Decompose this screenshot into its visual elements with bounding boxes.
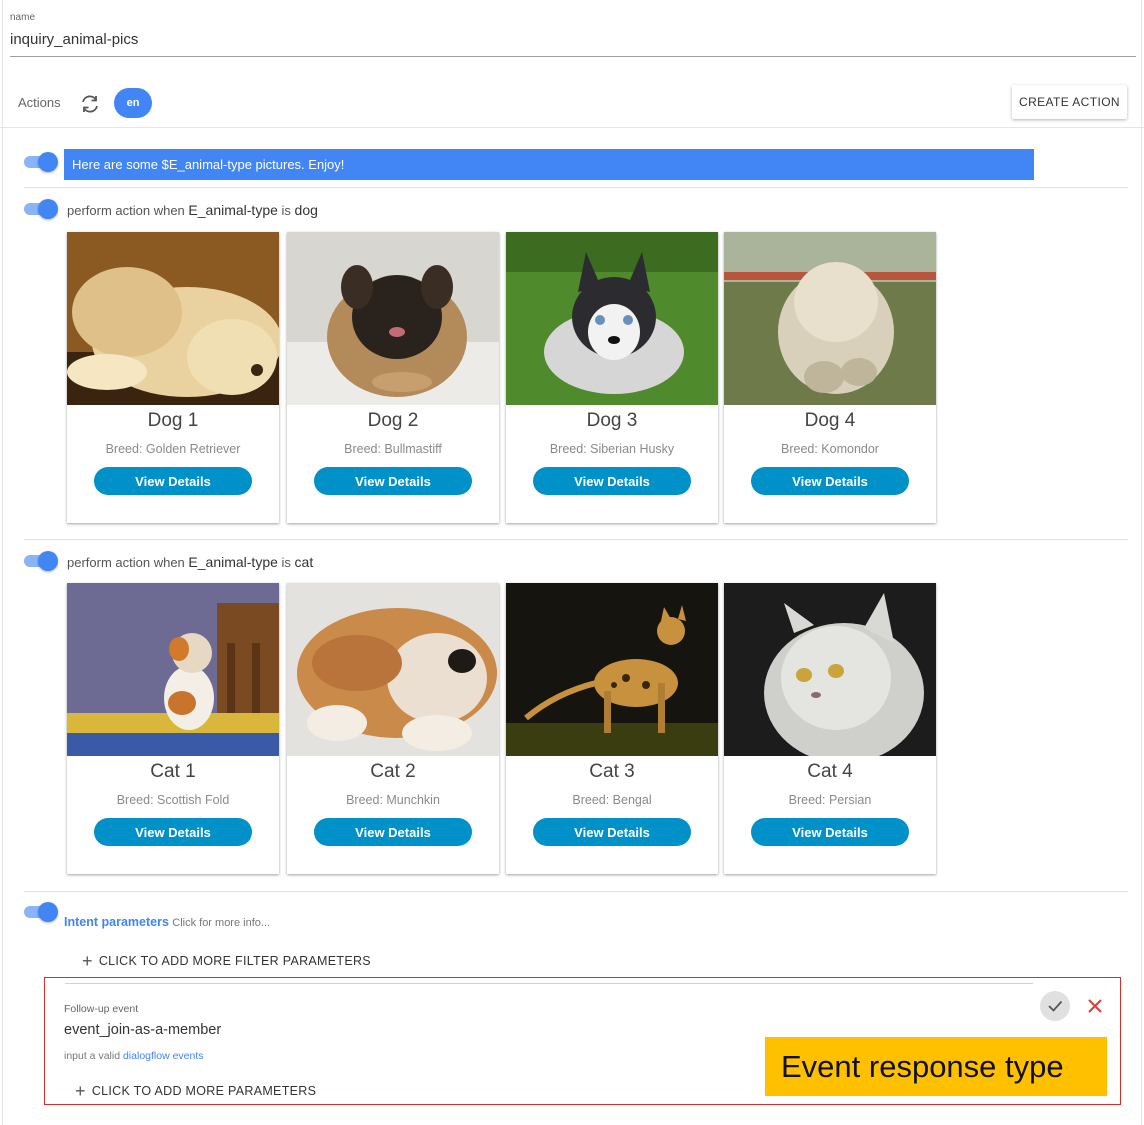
toggle-thumb (38, 902, 58, 922)
card-subtitle: Breed: Komondor (781, 442, 879, 456)
intent-params-link[interactable]: Intent parameters (64, 915, 169, 929)
cat-1-photo (67, 583, 279, 756)
followup-event-hint: input a valid dialogflow events (64, 1050, 204, 1062)
dog-4-photo (724, 232, 936, 405)
dialogflow-events-link[interactable]: dialogflow events (123, 1050, 204, 1062)
view-details-button[interactable]: View Details (533, 467, 691, 495)
cat-card-3: Cat 3 Breed: Bengal View Details (506, 583, 718, 874)
dog-card-3: Dog 3 Breed: Siberian Husky View Details (506, 232, 718, 523)
card-subtitle: Breed: Persian (788, 793, 872, 807)
dog-1-photo (67, 232, 279, 405)
cat-condition-toggle[interactable] (24, 551, 58, 571)
condition-is: is (281, 555, 291, 570)
cat-3-photo (506, 583, 718, 756)
view-details-button[interactable]: View Details (533, 818, 691, 846)
divider (65, 983, 1033, 984)
card-subtitle: Breed: Munchkin (346, 793, 440, 807)
condition-prefix: perform action when (67, 203, 185, 218)
divider (24, 539, 1128, 540)
card-title: Dog 3 (586, 410, 638, 431)
followup-event-label: Follow-up event (64, 1003, 139, 1015)
dog-condition-toggle[interactable] (24, 199, 58, 219)
card-title: Cat 4 (807, 761, 853, 782)
condition-entity: E_animal-type (188, 554, 278, 570)
dog-2-photo (287, 232, 499, 405)
text-response-toggle[interactable] (24, 152, 58, 172)
name-field: name (10, 12, 1136, 57)
cat-card-4: Cat 4 Breed: Persian View Details (724, 583, 936, 874)
actions-bar: Actions en CREATE ACTION (0, 80, 1144, 128)
divider (24, 187, 1128, 188)
add-filter-parameters-button[interactable]: + CLICK TO ADD MORE FILTER PARAMETERS (82, 951, 371, 972)
event-response-type-callout: Event response type (765, 1037, 1107, 1096)
condition-value: cat (294, 554, 314, 570)
text-response-banner[interactable]: Here are some $E_animal-type pictures. E… (64, 149, 1034, 180)
view-details-button[interactable]: View Details (751, 467, 909, 495)
toggle-thumb (38, 152, 58, 172)
card-subtitle: Breed: Siberian Husky (549, 442, 675, 456)
dog-card-2: Dog 2 Breed: Bullmastiff View Details (287, 232, 499, 523)
condition-entity: E_animal-type (188, 202, 278, 218)
dog-card-4: Dog 4 Breed: Komondor View Details (724, 232, 936, 523)
plus-icon: + (82, 951, 93, 971)
card-subtitle: Breed: Bengal (572, 793, 652, 807)
card-title: Dog 2 (367, 410, 419, 431)
cat-condition-line: perform action when E_animal-type is cat (67, 554, 313, 570)
cat-2-photo (287, 583, 499, 756)
condition-is: is (281, 203, 291, 218)
create-action-button[interactable]: CREATE ACTION (1012, 85, 1127, 119)
card-subtitle: Breed: Bullmastiff (344, 442, 442, 456)
cat-4-photo (724, 583, 936, 756)
card-title: Cat 1 (150, 761, 196, 782)
add-filter-label: CLICK TO ADD MORE FILTER PARAMETERS (98, 954, 371, 968)
name-label: name (10, 12, 36, 23)
card-title: Cat 2 (370, 761, 416, 782)
card-subtitle: Breed: Scottish Fold (116, 793, 230, 807)
confirm-button[interactable] (1040, 991, 1070, 1021)
sync-icon[interactable] (78, 92, 102, 116)
toggle-thumb (38, 551, 58, 571)
view-details-button[interactable]: View Details (94, 818, 252, 846)
hint-prefix: input a valid (64, 1050, 121, 1062)
condition-value: dog (294, 202, 318, 218)
view-details-button[interactable]: View Details (314, 818, 472, 846)
followup-event-input[interactable]: event_join-as-a-member (64, 1022, 221, 1038)
divider (24, 891, 1128, 892)
card-subtitle: Breed: Golden Retriever (105, 442, 241, 456)
dog-3-photo (506, 232, 718, 405)
cat-card-2: Cat 2 Breed: Munchkin View Details (287, 583, 499, 874)
card-title: Cat 3 (589, 761, 635, 782)
card-title: Dog 1 (147, 410, 199, 431)
condition-prefix: perform action when (67, 555, 185, 570)
name-input[interactable] (10, 31, 1136, 57)
card-title: Dog 4 (804, 410, 856, 431)
intent-params-toggle[interactable] (24, 902, 58, 922)
view-details-button[interactable]: View Details (94, 467, 252, 495)
cat-card-1: Cat 1 Breed: Scottish Fold View Details (67, 583, 279, 874)
actions-label: Actions (18, 95, 61, 110)
close-icon[interactable] (1085, 996, 1105, 1016)
view-details-button[interactable]: View Details (314, 467, 472, 495)
intent-params-hint: Click for more info... (172, 917, 271, 929)
plus-icon: + (75, 1081, 86, 1101)
add-params-label: CLICK TO ADD MORE PARAMETERS (91, 1084, 317, 1098)
view-details-button[interactable]: View Details (751, 818, 909, 846)
dog-condition-line: perform action when E_animal-type is dog (67, 202, 318, 218)
add-parameters-button[interactable]: + CLICK TO ADD MORE PARAMETERS (75, 1081, 316, 1102)
dog-card-1: Dog 1 Breed: Golden Retriever View Detai… (67, 232, 279, 523)
check-icon (1048, 1000, 1063, 1012)
intent-params-line: Intent parameters Click for more info... (64, 915, 270, 929)
language-chip[interactable]: en (114, 88, 152, 118)
toggle-thumb (38, 199, 58, 219)
